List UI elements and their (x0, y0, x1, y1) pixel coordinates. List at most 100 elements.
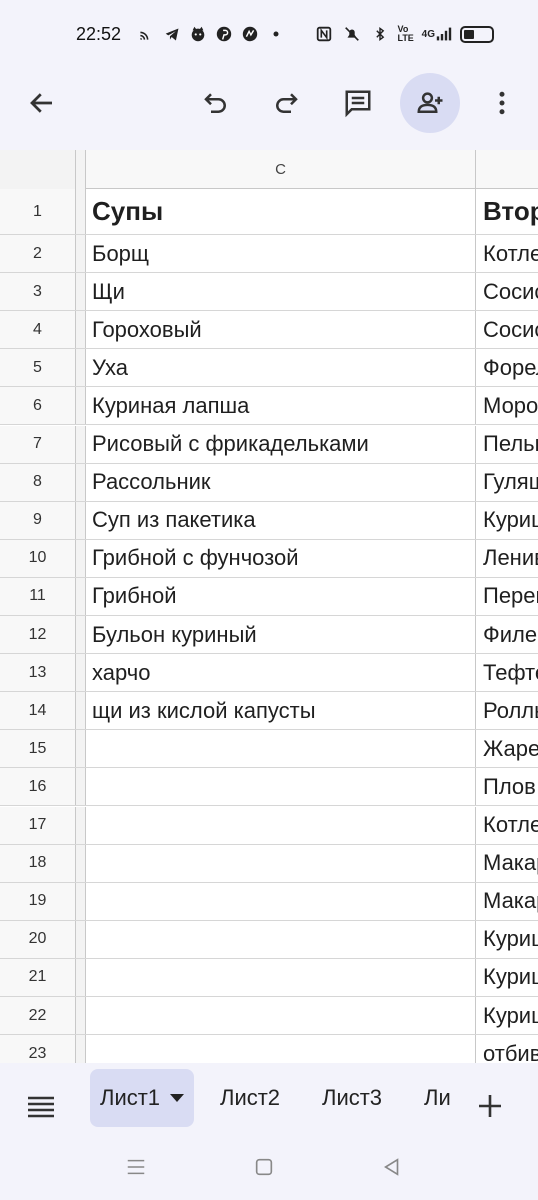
cell-c[interactable]: Щи (86, 273, 476, 311)
spreadsheet-grid[interactable]: C 1СупыВторые2БорщКотлеты3ЩиСосиски4Горо… (0, 150, 538, 1063)
row-number[interactable]: 1 (0, 189, 76, 234)
cell-c[interactable]: Гороховый (86, 311, 476, 349)
table-row: 9 Суп из пакетикаКурица (0, 501, 538, 540)
cell-d[interactable]: Перец (477, 578, 538, 615)
cell-c[interactable] (86, 730, 476, 768)
cell-c[interactable] (86, 920, 476, 958)
row-number[interactable]: 18 (0, 844, 76, 882)
cell-c[interactable]: Уха (86, 349, 476, 387)
row-number[interactable]: 15 (0, 730, 76, 768)
cell-d[interactable]: Жареная (477, 730, 538, 767)
recent-apps-button[interactable] (122, 1153, 150, 1181)
cell-c[interactable]: Бульон куриный (86, 616, 476, 654)
cell-d[interactable]: Сосиски (477, 273, 538, 310)
cell-d[interactable]: Филе (477, 616, 538, 653)
row-number[interactable]: 13 (0, 654, 76, 692)
row-number[interactable]: 3 (0, 273, 76, 311)
cell-d[interactable]: Роллы (477, 692, 538, 729)
column-header-c[interactable]: C (86, 150, 476, 189)
cell-d[interactable]: Ленивые (477, 540, 538, 577)
home-button[interactable] (250, 1153, 278, 1181)
frozen-gap (76, 463, 86, 501)
frozen-gap (76, 616, 86, 654)
cell-c[interactable]: Супы (86, 189, 476, 234)
row-number[interactable]: 5 (0, 349, 76, 387)
row-number[interactable]: 12 (0, 616, 76, 654)
tab-label: Лист2 (220, 1085, 281, 1110)
row-number[interactable]: 4 (0, 311, 76, 349)
row-number[interactable]: 23 (0, 1035, 76, 1063)
undo-button[interactable] (186, 73, 246, 133)
cell-d[interactable]: Морож (477, 387, 538, 424)
cell-d[interactable]: Сосиски (477, 311, 538, 348)
share-button[interactable] (400, 73, 460, 133)
cell-c[interactable]: Рисовый с фрикадельками (86, 425, 476, 463)
frozen-gap (76, 311, 86, 349)
table-row: 15 Жареная (0, 730, 538, 769)
cell-c[interactable]: щи из кислой капусты (86, 692, 476, 730)
cell-d[interactable]: Курица (477, 997, 538, 1034)
row-number[interactable]: 11 (0, 577, 76, 615)
row-number[interactable]: 10 (0, 539, 76, 577)
cell-d[interactable]: Форель (477, 349, 538, 386)
cell-c[interactable]: харчо (86, 654, 476, 692)
cell-d[interactable]: Тефтели (477, 654, 538, 691)
row-number[interactable]: 7 (0, 425, 76, 463)
row-number[interactable]: 19 (0, 882, 76, 920)
cell-c[interactable]: Рассольник (86, 463, 476, 501)
cell-d[interactable]: Вторые (477, 189, 538, 234)
cell-c[interactable]: Куриная лапша (86, 387, 476, 425)
tab-sheet2[interactable]: Лист2 (220, 1069, 280, 1127)
cell-d[interactable]: Плов (477, 768, 538, 805)
select-all-corner[interactable] (0, 150, 76, 189)
cell-c[interactable]: Суп из пакетика (86, 501, 476, 539)
table-row: 11 ГрибнойПерец (0, 577, 538, 616)
row-number[interactable]: 21 (0, 958, 76, 996)
cell-d[interactable]: Макароны (477, 845, 538, 882)
back-nav-button[interactable] (378, 1153, 406, 1181)
redo-button[interactable] (256, 73, 316, 133)
cell-c[interactable] (86, 882, 476, 920)
cell-c[interactable]: Борщ (86, 235, 476, 273)
arrow-back-icon (30, 93, 52, 113)
cell-c[interactable] (86, 1035, 476, 1063)
row-number[interactable]: 14 (0, 692, 76, 730)
tab-sheet3[interactable]: Лист3 (322, 1069, 382, 1127)
cell-d[interactable]: отбивные (477, 1035, 538, 1063)
cell-c[interactable] (86, 768, 476, 806)
row-number[interactable]: 22 (0, 997, 76, 1035)
row-number[interactable]: 6 (0, 387, 76, 425)
row-number[interactable]: 17 (0, 806, 76, 844)
cell-c[interactable]: Грибной (86, 577, 476, 615)
back-button[interactable] (12, 73, 72, 133)
tab-sheet1[interactable]: Лист1 (90, 1069, 195, 1127)
comment-button[interactable] (328, 73, 388, 133)
frozen-gap (76, 501, 86, 539)
caret-down-icon[interactable] (170, 1094, 185, 1102)
row-number[interactable]: 8 (0, 463, 76, 501)
tab-label: Лист3 (322, 1085, 383, 1110)
frozen-gap (76, 958, 86, 996)
cell-d[interactable]: Курица (477, 502, 538, 539)
cell-d[interactable]: Котлеты (477, 807, 538, 844)
row-number[interactable]: 9 (0, 501, 76, 539)
cell-d[interactable]: Курица (477, 959, 538, 996)
cell-c[interactable] (86, 844, 476, 882)
row-number[interactable]: 20 (0, 920, 76, 958)
add-sheet-button[interactable] (476, 1077, 504, 1135)
cell-c[interactable] (86, 806, 476, 844)
cell-d[interactable]: Пельмени (477, 426, 538, 463)
cell-d[interactable]: Макароны (477, 883, 538, 920)
cell-d[interactable]: Курица (477, 921, 538, 958)
cell-c[interactable] (86, 997, 476, 1035)
row-number[interactable]: 16 (0, 768, 76, 806)
row-number[interactable]: 2 (0, 235, 76, 273)
frozen-gap (76, 387, 86, 425)
cell-d[interactable]: Котлеты (477, 235, 538, 272)
cell-c[interactable] (86, 958, 476, 996)
all-sheets-button[interactable] (26, 1077, 56, 1135)
tab-sheet4[interactable]: Ли (424, 1069, 451, 1127)
cell-d[interactable]: Гуляш (477, 464, 538, 501)
more-button[interactable] (472, 73, 532, 133)
cell-c[interactable]: Грибной с фунчозой (86, 539, 476, 577)
